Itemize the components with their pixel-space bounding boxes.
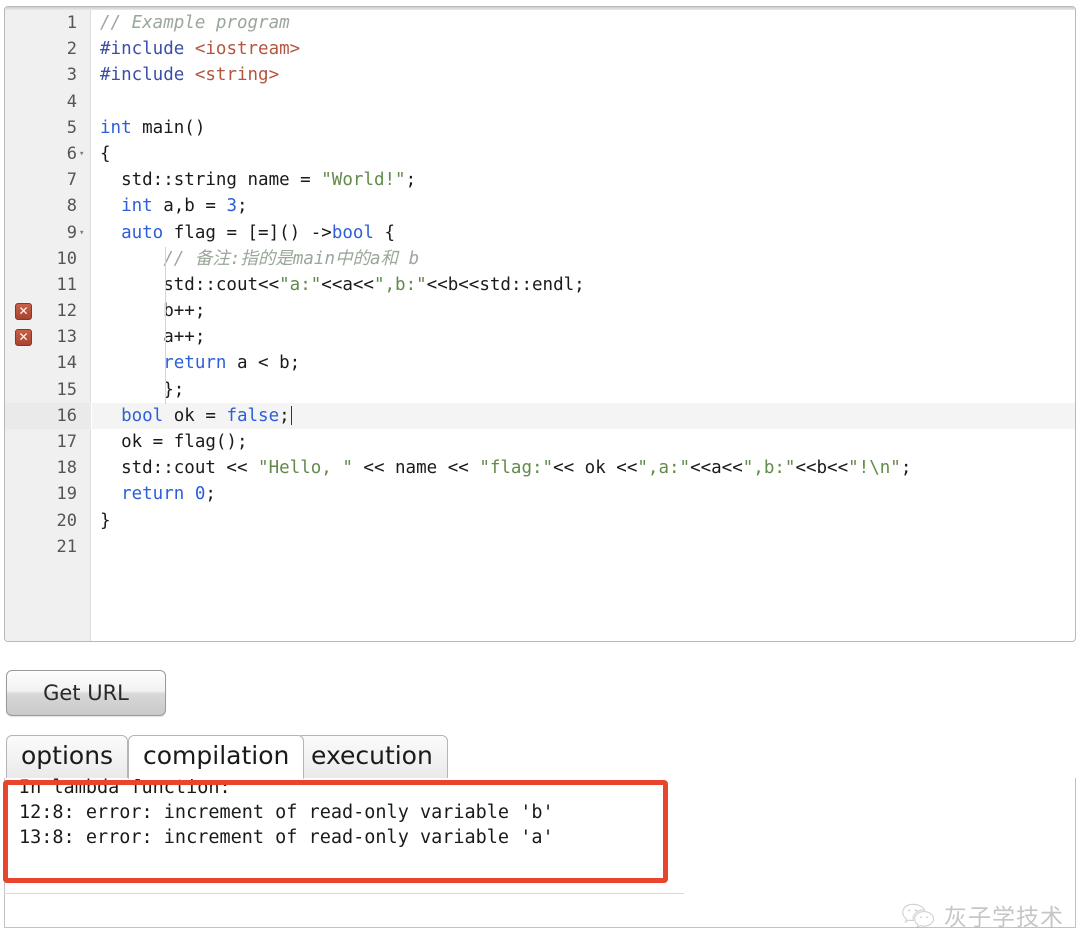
code-line-bg [92, 508, 1075, 534]
code-line[interactable]: 19 return 0; [5, 481, 1075, 507]
code-text: int a,b = 3; [121, 196, 248, 217]
code-line[interactable]: 6 ▾ { [5, 141, 1075, 167]
line-number: 10 [56, 248, 77, 269]
tab-execution[interactable]: execution [296, 735, 448, 779]
line-number: 5 [66, 117, 77, 138]
line-number: 19 [56, 484, 77, 505]
code-text: // Example program [100, 13, 290, 33]
code-text: a++; [100, 327, 206, 348]
code-text: }; [100, 379, 185, 400]
code-line-bg [92, 534, 1075, 560]
line-number: 3 [66, 65, 77, 86]
code-line-bg [92, 298, 1075, 324]
line-number: 6 [66, 143, 77, 164]
watermark-text: 灰子学技术 [944, 905, 1064, 931]
code-text: } [100, 510, 111, 531]
code-line[interactable]: 16 bool ok = false; [5, 402, 1075, 429]
tab-options[interactable]: options [6, 735, 129, 779]
line-number: 17 [56, 432, 77, 452]
line-number: 9 [66, 222, 77, 243]
line-number: 7 [66, 170, 77, 191]
code-text: #include <string> [100, 65, 280, 86]
line-number: 1 [66, 13, 77, 33]
code-line-bg [92, 324, 1075, 350]
wechat-icon [902, 903, 935, 928]
code-line[interactable]: 4 [5, 89, 1075, 115]
line-number: 12 [56, 301, 77, 322]
compiler-error-text: In lambda function: 12:8: error: increme… [19, 778, 554, 848]
line-number: 21 [56, 536, 77, 557]
line-number: 16 [56, 405, 77, 426]
code-text: int main() [100, 117, 206, 138]
line-number: 15 [56, 379, 77, 400]
line-number: 14 [56, 353, 77, 374]
text-cursor [290, 405, 292, 425]
code-line[interactable]: 9 ▾ auto flag = [=]() ->bool { [5, 220, 1075, 246]
code-line[interactable]: 20} [5, 508, 1075, 534]
code-editor[interactable]: 1// Example program 2 #include <iostream> 3… [4, 6, 1076, 642]
line-number: 20 [56, 510, 77, 531]
code-line[interactable]: 1 // Example program [5, 10, 1075, 36]
code-text: ok = flag(); [100, 432, 248, 452]
fold-toggle-icon[interactable]: ▾ [79, 220, 91, 246]
code-text: b++; [100, 301, 206, 322]
code-text: std::string name = "World!"; [100, 170, 417, 191]
code-line[interactable]: 5 int main() [5, 115, 1075, 141]
code-line[interactable]: 18 std::cout << "Hello, " << name << "fl… [5, 455, 1075, 481]
output-tabbar: options compilation execution [4, 731, 1076, 779]
line-number: 13 [56, 327, 77, 348]
code-line[interactable]: 17 ok = flag(); [5, 429, 1075, 455]
code-line-bg [92, 115, 1075, 141]
line-number: 4 [66, 91, 77, 112]
code-line-bg [92, 89, 1075, 115]
code-text: #include <iostream> [100, 39, 301, 60]
watermark: 灰子学技术 [901, 898, 1064, 932]
code-line[interactable]: 2 #include <iostream> [5, 36, 1075, 62]
line-number: 8 [66, 196, 77, 217]
code-line[interactable]: 8 int a,b = 3; [5, 193, 1075, 219]
code-text: auto flag = [=]() ->bool { [121, 222, 396, 243]
get-url-button[interactable]: Get URL [6, 670, 166, 716]
line-number: 2 [66, 39, 77, 60]
code-playground-page: 1// Example program 2 #include <iostream> 3… [0, 0, 1080, 944]
fold-toggle-icon[interactable]: ▾ [79, 141, 91, 167]
indent-guide [165, 247, 166, 404]
code-line[interactable]: 7 std::string name = "World!"; [5, 167, 1075, 193]
code-text: bool ok = false; [121, 405, 292, 426]
code-text: std::cout<<"a:"<<a<<",b:"<<b<<std::endl; [100, 274, 585, 295]
line-number: 18 [56, 458, 77, 479]
code-line-bg [92, 377, 1075, 403]
code-line-bg [92, 141, 1075, 167]
code-text: { [100, 143, 111, 164]
line-number: 11 [56, 274, 77, 295]
code-line[interactable]: 21 [5, 534, 1075, 560]
panel-divider [4, 893, 684, 894]
code-text: std::cout << "Hello, " << name << "flag:… [100, 458, 912, 479]
code-text: return 0; [121, 484, 216, 505]
tab-compilation[interactable]: compilation [128, 735, 305, 779]
code-line[interactable]: 3 #include <string> [5, 62, 1075, 88]
code-text: // 备注:指的是main中的a和 b [100, 248, 420, 269]
code-line-bg [92, 481, 1075, 507]
code-text: return a < b; [163, 353, 301, 374]
